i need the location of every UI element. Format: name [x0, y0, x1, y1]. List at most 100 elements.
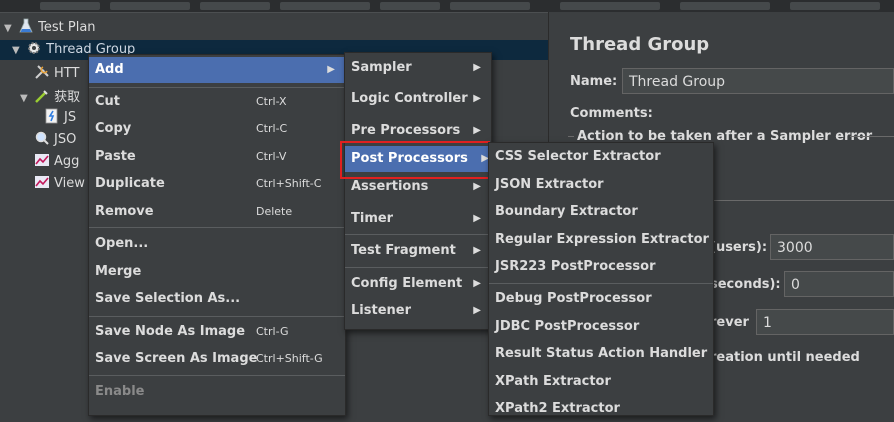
toolbar-tab[interactable]: [790, 2, 880, 10]
submenu-arrow-icon: ▶: [473, 125, 481, 136]
shortcut-label: Delete: [256, 205, 293, 218]
loop-count-field[interactable]: 1: [756, 309, 894, 335]
menu-separator: [89, 87, 345, 88]
tree-node-json[interactable]: JSO: [34, 130, 76, 150]
shortcut-label: Ctrl-C: [256, 122, 288, 135]
gear-icon: [28, 42, 41, 54]
menu-item-jdbc-postprocessor[interactable]: JDBC PostProcessor: [489, 314, 713, 340]
toolbar-tab[interactable]: [560, 2, 660, 10]
menu-item-logic-controller[interactable]: Logic Controller ▶: [345, 86, 491, 112]
tree-node-test-plan[interactable]: ▼ Test Plan: [4, 18, 96, 38]
tree-node-label: View: [54, 176, 85, 191]
shortcut-label: Ctrl-G: [256, 325, 289, 338]
menu-item-timer[interactable]: Timer ▶: [345, 206, 491, 232]
menu-item-save-node-as-image[interactable]: Save Node As Image Ctrl-G: [89, 319, 345, 345]
tree-node-label: 获取: [54, 90, 81, 105]
expand-arrow-icon[interactable]: ▼: [4, 19, 14, 39]
menu-separator: [345, 234, 491, 235]
toolbar-tab[interactable]: [40, 2, 100, 10]
group-border: [850, 136, 894, 137]
test-plan-flask-icon: [19, 18, 33, 33]
graph-icon: [35, 154, 49, 166]
menu-item-remove[interactable]: Remove Delete: [89, 199, 345, 225]
magnifier-icon: [35, 131, 49, 145]
menu-item-listener[interactable]: Listener ▶: [345, 298, 491, 324]
expand-arrow-icon[interactable]: ▼: [20, 89, 30, 109]
tree-node-extractor[interactable]: ▼ 获取: [20, 88, 80, 108]
tree-node-label: Agg: [54, 154, 80, 169]
menu-item-json-extractor[interactable]: JSON Extractor: [489, 172, 713, 198]
menu-item-test-fragment[interactable]: Test Fragment ▶: [345, 238, 491, 264]
shortcut-label: Ctrl-V: [256, 150, 287, 163]
ramp-up-seconds-field[interactable]: 0: [784, 271, 894, 297]
menu-item-copy[interactable]: Copy Ctrl-C: [89, 116, 345, 142]
menu-item-cut[interactable]: Cut Ctrl-X: [89, 89, 345, 115]
tree-node-js[interactable]: JS: [44, 108, 76, 128]
submenu-arrow-icon: ▶: [473, 278, 481, 289]
group-border: [712, 200, 894, 201]
menu-item-css-selector-extractor[interactable]: CSS Selector Extractor: [489, 144, 713, 170]
menu-item-save-screen-as-image[interactable]: Save Screen As Image Ctrl+Shift-G: [89, 346, 345, 372]
tree-node-aggregate[interactable]: Agg: [34, 152, 79, 172]
submenu-arrow-icon: ▶: [473, 305, 481, 316]
toolbar-tab[interactable]: [450, 2, 530, 10]
menu-item-save-selection-as[interactable]: Save Selection As...: [89, 286, 345, 312]
menu-item-duplicate[interactable]: Duplicate Ctrl+Shift-C: [89, 171, 345, 197]
tree-node-view[interactable]: View: [34, 174, 85, 194]
menu-separator: [345, 267, 491, 268]
pipette-icon: [35, 90, 48, 103]
menu-separator: [89, 375, 345, 376]
menu-item-post-processors[interactable]: Post Processors ▶: [345, 146, 491, 172]
submenu-arrow-icon: ▶: [473, 181, 481, 192]
tree-node-label: JSO: [54, 132, 77, 147]
group-border: [568, 136, 574, 137]
menu-item-result-status-action-handler[interactable]: Result Status Action Handler: [489, 341, 713, 367]
toolbar-tab[interactable]: [280, 2, 370, 10]
menu-separator: [89, 227, 345, 228]
menu-item-xpath2-extractor[interactable]: XPath2 Extractor: [489, 396, 713, 422]
post-processors-submenu: CSS Selector Extractor JSON Extractor Bo…: [488, 142, 714, 416]
tree-node-label: HTT: [54, 66, 80, 81]
menu-item-assertions[interactable]: Assertions ▶: [345, 174, 491, 200]
name-label: Name:: [570, 74, 618, 89]
menu-item-open[interactable]: Open...: [89, 231, 345, 257]
shortcut-label: Ctrl-X: [256, 95, 287, 108]
tree-node-http[interactable]: HTT: [34, 64, 79, 84]
toolbar-tab[interactable]: [110, 2, 190, 10]
ramp-up-seconds-label: seconds):: [710, 277, 781, 292]
menu-item-jsr223-postprocessor[interactable]: JSR223 PostProcessor: [489, 254, 713, 280]
menu-item-pre-processors[interactable]: Pre Processors ▶: [345, 118, 491, 144]
tree-node-label: JS: [64, 110, 77, 125]
menu-item-add[interactable]: Add ▶: [89, 57, 345, 83]
context-menu: Add ▶ Cut Ctrl-X Copy Ctrl-C Paste Ctrl-V D…: [88, 54, 346, 416]
menu-separator: [89, 316, 345, 317]
shortcut-label: Ctrl+Shift-C: [256, 177, 322, 190]
submenu-arrow-icon: ▶: [473, 245, 481, 256]
menu-separator: [489, 283, 713, 284]
menu-item-debug-postprocessor[interactable]: Debug PostProcessor: [489, 286, 713, 312]
tree-node-label: Test Plan: [38, 20, 96, 35]
menu-item-sampler[interactable]: Sampler ▶: [345, 55, 491, 81]
submenu-arrow-icon: ▶: [327, 64, 335, 75]
add-submenu: Sampler ▶ Logic Controller ▶ Pre Processor…: [344, 52, 492, 330]
delay-thread-creation-label: reation until needed: [710, 350, 860, 365]
menu-item-merge[interactable]: Merge: [89, 259, 345, 285]
menu-item-boundary-extractor[interactable]: Boundary Extractor: [489, 199, 713, 225]
menu-item-config-element[interactable]: Config Element ▶: [345, 271, 491, 297]
wrench-icon: [35, 65, 49, 79]
menu-item-regular-expression-extractor[interactable]: Regular Expression Extractor: [489, 227, 713, 253]
toolbar-tab[interactable]: [380, 2, 440, 10]
comments-label: Comments:: [570, 106, 653, 121]
menu-item-paste[interactable]: Paste Ctrl-V: [89, 144, 345, 170]
shortcut-label: Ctrl+Shift-G: [256, 352, 323, 365]
name-field[interactable]: Thread Group: [622, 68, 894, 94]
menu-item-enable[interactable]: Enable: [89, 379, 345, 405]
loop-forever-label: rever: [710, 315, 749, 330]
expand-arrow-icon[interactable]: ▼: [12, 41, 22, 61]
menu-item-xpath-extractor[interactable]: XPath Extractor: [489, 369, 713, 395]
toolbar-tab[interactable]: [680, 2, 770, 10]
page-title: Thread Group: [570, 34, 710, 55]
threads-users-field[interactable]: 3000: [770, 234, 894, 260]
toolbar-tab[interactable]: [200, 2, 270, 10]
threads-users-label: (users):: [710, 240, 768, 255]
